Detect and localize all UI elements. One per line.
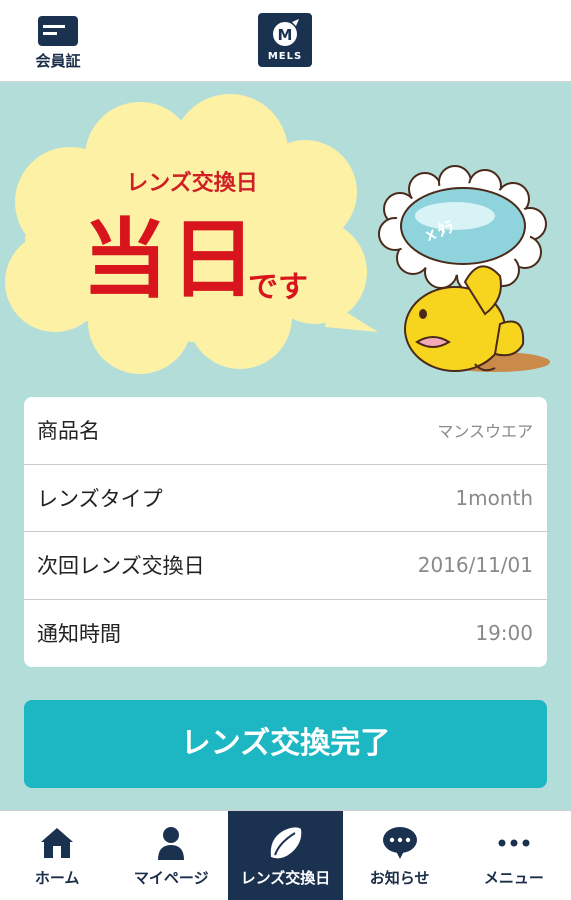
lens-icon	[271, 827, 302, 859]
next-exchange-date-value: 2016/11/01	[417, 553, 533, 578]
nav-mypage-label: マイページ	[133, 869, 209, 887]
nav-menu[interactable]: メニュー	[457, 811, 571, 900]
next-exchange-date-row: 次回レンズ交換日 2016/11/01	[24, 532, 547, 600]
lens-info-card: 商品名 マンスウエア レンズタイプ 1month 次回レンズ交換日 2016/1…	[24, 397, 547, 667]
nav-menu-label: メニュー	[483, 869, 544, 887]
nav-mypage[interactable]: マイページ	[114, 811, 228, 900]
nav-home[interactable]: ホーム	[0, 811, 114, 900]
app-header: 会員証 M MELS	[0, 0, 571, 82]
mels-logo: M MELS	[258, 13, 312, 67]
membership-card-icon	[38, 16, 78, 46]
lens-exchange-hero: レンズ交換日 当日 です ｘﾀﾗ	[0, 82, 571, 392]
speech-bubble-icon	[382, 827, 417, 859]
person-icon	[158, 827, 185, 860]
lens-type-row: レンズタイプ 1month	[24, 465, 547, 532]
home-icon	[41, 828, 74, 858]
notification-time-row: 通知時間 19:00	[24, 600, 547, 668]
membership-card-label: 会員証	[35, 52, 81, 70]
nav-notifications[interactable]: お知らせ	[343, 811, 457, 900]
notification-time-label: 通知時間	[37, 622, 121, 647]
hero-caption: レンズ交換日	[126, 171, 258, 196]
lens-type-value: 1month	[455, 485, 533, 510]
mascot-character: ｘﾀﾗ	[378, 165, 550, 372]
hero-suffix: です	[248, 270, 308, 305]
membership-card-button[interactable]: 会員証	[28, 12, 88, 72]
more-dots-icon	[498, 839, 530, 847]
bottom-nav: ホーム マイページ レンズ交換日 お知らせ メニュー	[0, 810, 571, 900]
product-name-row: 商品名 マンスウエア	[24, 397, 547, 465]
hero-main-text: 当日	[82, 210, 258, 310]
next-exchange-date-label: 次回レンズ交換日	[37, 554, 205, 579]
nav-lens-exchange[interactable]: レンズ交換日	[228, 811, 343, 900]
logo-text: MELS	[268, 51, 302, 62]
logo-letter: M	[278, 26, 293, 44]
nav-home-label: ホーム	[34, 869, 80, 887]
nav-lens-exchange-label: レンズ交換日	[240, 869, 331, 887]
product-name-value: マンスウエア	[437, 422, 533, 442]
nav-notifications-label: お知らせ	[369, 869, 430, 887]
notification-time-value: 19:00	[475, 621, 533, 646]
lens-type-label: レンズタイプ	[37, 486, 163, 511]
product-name-label: 商品名	[37, 419, 100, 444]
lens-exchange-complete-button[interactable]: レンズ交換完了	[24, 700, 547, 788]
